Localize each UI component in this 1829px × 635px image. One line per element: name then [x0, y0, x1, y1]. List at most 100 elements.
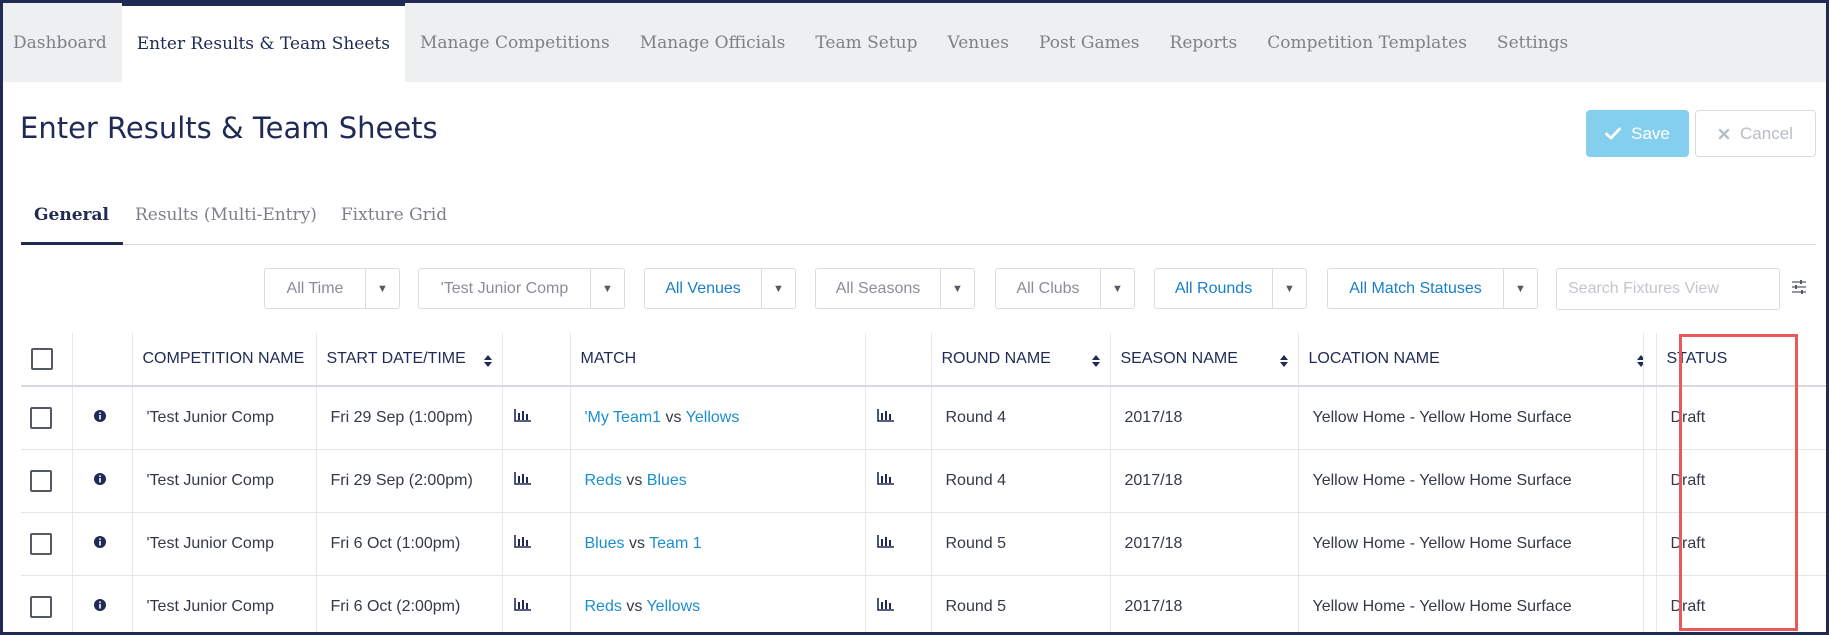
filter-time[interactable]: All Time ▼ [264, 268, 400, 309]
spacer-cell [1643, 386, 1657, 450]
bar-chart-icon[interactable] [513, 597, 532, 611]
tab-results-multi-entry[interactable]: Results (Multi-Entry) [123, 195, 329, 245]
row-checkbox[interactable] [30, 469, 52, 492]
table-row[interactable]: 'Test Junior Comp Fri 29 Sep (2:00pm) Re… [21, 449, 1826, 513]
status-cell: Draft [1656, 386, 1759, 450]
tab-fixture-grid[interactable]: Fixture Grid [329, 195, 459, 245]
sort-icon [1091, 355, 1100, 367]
filter-clubs[interactable]: All Clubs ▼ [995, 268, 1135, 309]
filter-competition-label: 'Test Junior Comp [440, 279, 569, 297]
start-cell: Fri 29 Sep (2:00pm) [316, 449, 503, 513]
nav-dashboard[interactable]: Dashboard [3, 3, 122, 82]
table-header-row: COMPETITION NAME START DATE/TIME MATCH R… [21, 333, 1826, 387]
caret-down-icon: ▼ [1100, 269, 1134, 308]
row-select-cell [21, 575, 73, 632]
info-icon[interactable] [93, 598, 106, 611]
row-checkbox[interactable] [30, 532, 52, 555]
select-all-cell [21, 333, 73, 387]
trailing-cell [1759, 512, 1826, 576]
spacer-cell [1643, 449, 1657, 513]
tab-general[interactable]: General [21, 195, 123, 245]
bar-chart-icon[interactable] [876, 471, 895, 485]
info-icon[interactable] [93, 535, 106, 548]
nav-team-setup[interactable]: Team Setup [800, 3, 932, 82]
trailing-cell [1759, 449, 1826, 513]
filter-time-label: All Time [286, 279, 344, 297]
row-checkbox[interactable] [30, 595, 52, 618]
away-team-link[interactable]: Blues [647, 472, 687, 489]
away-team-link[interactable]: Team 1 [649, 535, 701, 552]
header-location[interactable]: LOCATION NAME [1298, 333, 1644, 387]
table-row[interactable]: 'Test Junior Comp Fri 29 Sep (1:00pm) 'M… [21, 386, 1826, 450]
filter-seasons[interactable]: All Seasons ▼ [815, 268, 975, 309]
home-team-link[interactable]: Reds [585, 472, 622, 489]
away-team-link[interactable]: Yellows [686, 409, 740, 426]
match-cell: Blues vs Team 1 [570, 512, 866, 576]
header-status-label: STATUS [1666, 350, 1728, 367]
row-select-cell [21, 512, 73, 576]
location-cell: Yellow Home - Yellow Home Surface [1298, 575, 1644, 632]
home-team-link[interactable]: Blues [585, 535, 625, 552]
filter-rounds[interactable]: All Rounds ▼ [1154, 268, 1307, 309]
filter-clubs-label: All Clubs [1016, 279, 1080, 297]
header-round[interactable]: ROUND NAME [931, 333, 1111, 387]
bar-chart-icon[interactable] [876, 534, 895, 548]
cancel-button[interactable]: Cancel [1695, 110, 1816, 157]
trailing-cell [1759, 386, 1826, 450]
search-input[interactable] [1556, 268, 1780, 310]
filter-venues[interactable]: All Venues ▼ [644, 268, 796, 309]
header-start-date[interactable]: START DATE/TIME [316, 333, 503, 387]
header-location-label: LOCATION NAME [1308, 350, 1440, 367]
away-team-link[interactable]: Yellows [646, 598, 700, 615]
header-start-date-label: START DATE/TIME [326, 350, 466, 367]
header-season[interactable]: SEASON NAME [1110, 333, 1299, 387]
table-row[interactable]: 'Test Junior Comp Fri 6 Oct (2:00pm) Red… [21, 575, 1826, 632]
save-button[interactable]: Save [1586, 110, 1689, 157]
stats-cell [502, 512, 571, 576]
status-cell: Draft [1656, 575, 1759, 632]
nav-post-games[interactable]: Post Games [1024, 3, 1155, 82]
header-round-label: ROUND NAME [941, 350, 1051, 367]
competition-cell: 'Test Junior Comp [132, 512, 317, 576]
start-cell: Fri 29 Sep (1:00pm) [316, 386, 503, 450]
nav-manage-officials[interactable]: Manage Officials [625, 3, 801, 82]
info-cell [72, 512, 133, 576]
competition-cell: 'Test Junior Comp [132, 386, 317, 450]
season-cell: 2017/18 [1110, 449, 1299, 513]
nav-enter-results[interactable]: Enter Results & Team Sheets [121, 3, 405, 82]
bar-chart-icon[interactable] [513, 534, 532, 548]
spacer-header [1643, 333, 1657, 387]
filter-match-statuses[interactable]: All Match Statuses ▼ [1327, 268, 1538, 309]
cancel-label: Cancel [1740, 123, 1793, 143]
header-match: MATCH [570, 333, 866, 387]
nav-competition-templates[interactable]: Competition Templates [1252, 3, 1482, 82]
status-cell: Draft [1656, 449, 1759, 513]
filter-competition[interactable]: 'Test Junior Comp ▼ [418, 268, 625, 309]
match-cell: Reds vs Yellows [570, 575, 866, 632]
info-icon[interactable] [93, 472, 106, 485]
stats-cell [502, 386, 571, 450]
nav-venues[interactable]: Venues [933, 3, 1024, 82]
bar-chart-icon[interactable] [876, 408, 895, 423]
nav-reports[interactable]: Reports [1155, 3, 1253, 82]
caret-down-icon: ▼ [940, 269, 974, 308]
match-cell: Reds vs Blues [570, 449, 866, 513]
bar-chart-icon[interactable] [513, 408, 532, 423]
filter-venues-label: All Venues [665, 279, 741, 297]
sliders-icon[interactable] [1790, 277, 1808, 297]
header-status[interactable]: STATUS [1656, 333, 1759, 387]
bar-chart-icon[interactable] [876, 597, 895, 611]
bar-chart-icon[interactable] [513, 471, 532, 485]
nav-manage-competitions[interactable]: Manage Competitions [405, 3, 625, 82]
stats-cell [502, 449, 571, 513]
vs-text: vs [628, 534, 645, 552]
row-checkbox[interactable] [30, 406, 52, 429]
save-label: Save [1631, 123, 1670, 143]
nav-settings[interactable]: Settings [1482, 3, 1583, 82]
select-all-checkbox[interactable] [31, 348, 53, 370]
table-row[interactable]: 'Test Junior Comp Fri 6 Oct (1:00pm) Blu… [21, 512, 1826, 576]
home-team-link[interactable]: 'My Team1 [585, 409, 662, 426]
caret-down-icon: ▼ [1503, 269, 1537, 308]
info-icon[interactable] [93, 409, 106, 422]
home-team-link[interactable]: Reds [585, 598, 622, 615]
